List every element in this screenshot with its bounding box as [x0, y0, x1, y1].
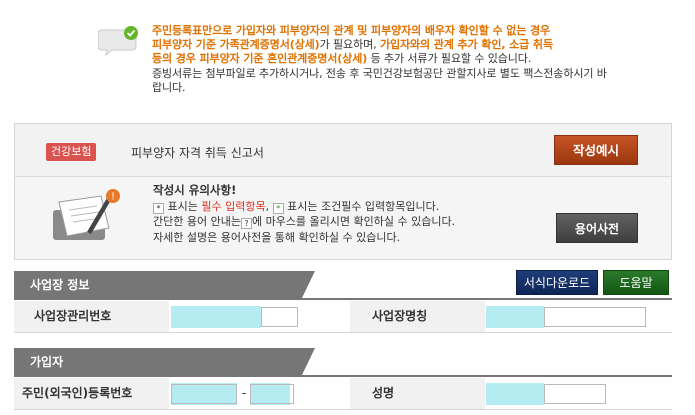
help-button[interactable]: 도움말: [603, 270, 669, 295]
example-button[interactable]: 작성예시: [554, 135, 638, 165]
caution-line-1-mid: 표시는 조건필수 입력항목입니다.: [287, 199, 440, 213]
caution-text: 작성시 유의사항! * 표시는 필수 입력항목, * 표시는 조건필수 입력항목…: [153, 183, 456, 244]
form-info-box: 건강보험 피부양자 자격 취득 신고서 작성예시 ! 작성시 유의사항! * 표…: [14, 123, 672, 260]
masked-value: [171, 306, 261, 328]
workplace-mgmt-no-label: 사업장관리번호: [14, 301, 169, 332]
notice-line-4: 증빙서류는 첨부파일로 추가하시거나, 전송 후 국민건강보험공단 관할지사로 …: [152, 66, 607, 80]
masked-value: [486, 383, 544, 405]
notice-line-3b: 등 추가 서류가 필요할 수 있습니다.: [370, 52, 532, 66]
family-cert-text: 피부양자 기준 가족관계증명서(상세): [152, 38, 320, 52]
conditional-mark-icon: *: [272, 202, 284, 214]
required-mark-icon: *: [153, 202, 164, 214]
glossary-button[interactable]: 용어사전: [556, 213, 638, 243]
document-pen-icon: !: [53, 189, 120, 240]
workplace-mgmt-no-input[interactable]: [261, 307, 298, 327]
cautions-panel: ! 작성시 유의사항! * 표시는 필수 입력항목, * 표시는 조건필수 입력…: [15, 178, 671, 259]
rrn-front-input[interactable]: [171, 384, 237, 404]
speech-bubble-check-icon: [98, 26, 138, 56]
workplace-name-label: 사업장명칭: [350, 301, 485, 332]
section-workplace-tab: 사업장 정보: [14, 271, 315, 300]
section-divider: [14, 375, 672, 377]
form-header: 건강보험 피부양자 자격 취득 신고서 작성예시: [15, 124, 671, 177]
notice-line-2c: 가입자와의 관계 추가 확인, 소급 취득: [379, 38, 553, 52]
notice-section: 주민등록표만으로 가입자와 피부양자의 관계 및 피부양자의 배우자 확인할 수…: [0, 0, 695, 118]
rrn-back-input[interactable]: [250, 384, 294, 404]
form-download-button[interactable]: 서식다운로드: [516, 270, 598, 295]
caution-line-3: 자세한 설명은 용어사전을 통해 확인하실 수 있습니다.: [153, 230, 401, 244]
notice-line-5: 랍니다.: [152, 80, 186, 94]
notice-text: 주민등록표만으로 가입자와 피부양자의 관계 및 피부양자의 배우자 확인할 수…: [152, 24, 687, 95]
svg-text:!: !: [111, 192, 115, 203]
notice-line-2b: 가 필요하며,: [319, 38, 377, 52]
help-mark-icon: ?: [240, 218, 252, 229]
caution-heading: 작성시 유의사항!: [153, 183, 237, 197]
caution-line-2-pre: 간단한 용어 안내는: [153, 215, 241, 228]
caution-line-1-pre: 표시는: [167, 199, 198, 213]
caution-line-2-post: 에 마우스를 올리시면 확인하실 수 있습니다.: [251, 215, 456, 228]
subscriber-name-input[interactable]: [544, 384, 606, 404]
workplace-name-input[interactable]: [544, 307, 646, 327]
insurance-badge: 건강보험: [46, 143, 97, 161]
required-text: 필수 입력항목: [201, 199, 266, 213]
rrn-dash: -: [242, 386, 247, 400]
section-divider: [14, 298, 672, 300]
form-title: 피부양자 자격 취득 신고서: [131, 146, 264, 160]
notice-line-1: 주민등록표만으로 가입자와 피부양자의 관계 및 피부양자의 배우자 확인할 수…: [152, 24, 551, 37]
subscriber-row: 주민(외국인)등록번호 - 성명: [14, 378, 672, 410]
marriage-cert-text: 등의 경우 피부양자 기준 혼인관계증명서(상세): [152, 52, 368, 66]
section-subscriber-tab: 가입자: [14, 348, 315, 377]
rrn-label: 주민(외국인)등록번호: [14, 378, 169, 409]
masked-value: [486, 306, 544, 328]
workplace-row: 사업장관리번호 사업장명칭: [14, 301, 672, 333]
subscriber-name-label: 성명: [350, 378, 485, 409]
